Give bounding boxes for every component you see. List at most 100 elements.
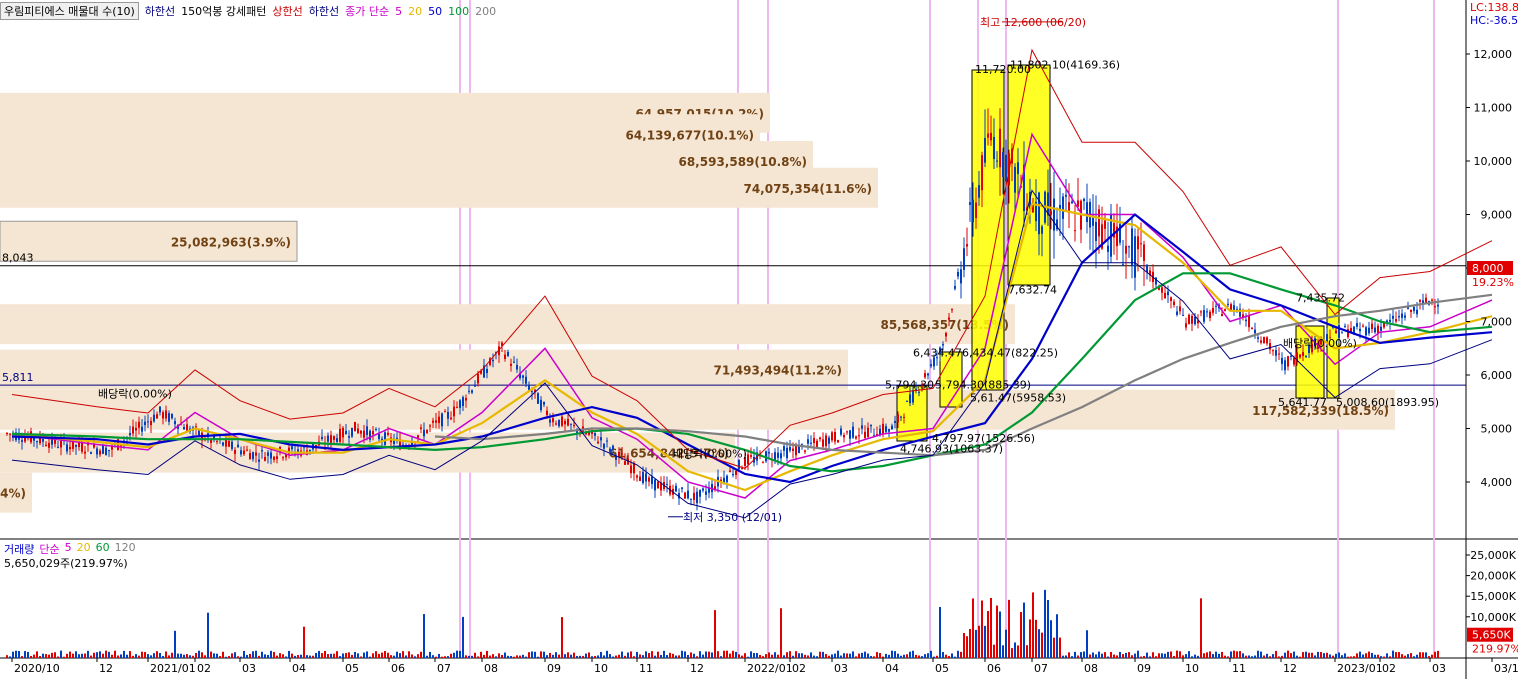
candle-body bbox=[810, 442, 812, 444]
volume-bar bbox=[846, 653, 848, 658]
stock-chart[interactable]: 64,957,015(10.2%)64,139,677(10.1%)68,593… bbox=[0, 0, 1518, 679]
volume-bar bbox=[1023, 602, 1025, 658]
candle-body bbox=[543, 402, 545, 405]
volume-bar bbox=[510, 656, 512, 658]
volume-bar bbox=[948, 656, 950, 658]
time-axis-label: 05 bbox=[345, 662, 359, 675]
volume-bar bbox=[600, 651, 602, 658]
candle-body bbox=[465, 398, 467, 401]
volume-profile-bar: 71,493,494(11.2%) bbox=[0, 349, 848, 390]
candle-body bbox=[924, 373, 926, 378]
candle-body bbox=[912, 390, 914, 403]
volume-bar bbox=[1014, 642, 1016, 658]
volume-bar bbox=[795, 651, 797, 658]
candle-body bbox=[1344, 325, 1346, 327]
volume-bar bbox=[528, 652, 530, 658]
volume-bar bbox=[969, 629, 971, 658]
candle-body bbox=[474, 385, 476, 387]
candle-body bbox=[552, 418, 554, 423]
volume-bar bbox=[6, 655, 8, 658]
volume-bar bbox=[960, 651, 962, 658]
legend-item[interactable]: 150억봉 강세패턴 bbox=[181, 3, 266, 19]
candle-body bbox=[1098, 209, 1100, 237]
volume-bar bbox=[375, 651, 377, 658]
candle-body bbox=[156, 414, 158, 419]
candle-body bbox=[1287, 356, 1289, 367]
volume-bar bbox=[687, 654, 689, 658]
time-axis-label: 08 bbox=[484, 662, 498, 675]
candle-body bbox=[225, 439, 227, 447]
volume-bar bbox=[675, 655, 677, 658]
candle-body bbox=[1140, 243, 1142, 245]
volume-bar bbox=[666, 655, 668, 658]
legend-item[interactable]: 하한선 bbox=[145, 3, 175, 19]
volume-bar bbox=[579, 655, 581, 658]
candle-body bbox=[1122, 264, 1124, 266]
candle-body bbox=[471, 390, 473, 393]
chart-window: 64,957,015(10.2%) 64,139,677(10.1%) 68,593… bbox=[0, 0, 1518, 679]
candle-body bbox=[762, 462, 764, 464]
legend-item[interactable]: 상한선 bbox=[272, 3, 302, 19]
legend-item[interactable]: 20 bbox=[408, 5, 422, 18]
time-axis-label: 02 bbox=[792, 662, 806, 675]
candle-body bbox=[594, 432, 596, 436]
chart-title[interactable]: 우림피티에스 매물대 수(10) bbox=[0, 2, 139, 20]
volume-bar bbox=[1056, 614, 1058, 658]
volume-bar bbox=[1266, 653, 1268, 658]
volume-bar bbox=[546, 655, 548, 658]
candle-body bbox=[168, 413, 170, 422]
volume-bar bbox=[981, 600, 983, 658]
volume-bar bbox=[1062, 655, 1064, 658]
candle-body bbox=[957, 271, 959, 277]
legend-item[interactable]: 종가 단순 bbox=[345, 3, 389, 19]
volume-bar bbox=[507, 655, 509, 658]
candle-body bbox=[555, 423, 557, 425]
volume-bar bbox=[1389, 656, 1391, 658]
volume-bar bbox=[165, 651, 167, 658]
candle-body bbox=[1002, 152, 1004, 177]
volume-bar bbox=[639, 654, 641, 658]
volume-bar bbox=[849, 653, 851, 658]
price-legend: 우림피티에스 매물대 수(10) 하한선 150억봉 강세패턴 상한선 하한선 … bbox=[0, 2, 496, 20]
volume-bar bbox=[450, 653, 452, 658]
candle-body bbox=[792, 448, 794, 452]
candle-body bbox=[699, 489, 701, 497]
volume-bar bbox=[1191, 656, 1193, 658]
volume-bar bbox=[324, 650, 326, 658]
legend-item[interactable]: 200 bbox=[475, 5, 496, 18]
candle-body bbox=[6, 433, 8, 435]
volume-bar bbox=[81, 653, 83, 658]
legend-item[interactable]: 50 bbox=[428, 5, 442, 18]
volume-bar bbox=[267, 654, 269, 658]
legend-item[interactable]: 5 bbox=[395, 5, 402, 18]
volume-bar bbox=[582, 655, 584, 658]
candle-body bbox=[384, 432, 386, 445]
volume-bar bbox=[414, 656, 416, 658]
candle-body bbox=[621, 453, 623, 455]
legend-item[interactable]: 100 bbox=[448, 5, 469, 18]
candle-body bbox=[417, 435, 419, 438]
candle-body bbox=[516, 364, 518, 370]
volume-bar bbox=[1221, 651, 1223, 658]
volume-bar bbox=[516, 655, 518, 658]
candle-body bbox=[1434, 306, 1436, 308]
volume-bar bbox=[786, 652, 788, 658]
volume-bar bbox=[96, 652, 98, 658]
volume-bar bbox=[570, 654, 572, 658]
candle-body bbox=[804, 450, 806, 452]
volume-bar bbox=[1296, 655, 1298, 658]
candle-body bbox=[609, 448, 611, 452]
volume-bar bbox=[567, 652, 569, 658]
legend-item[interactable]: 하한선 bbox=[309, 3, 339, 19]
volume-bar bbox=[480, 651, 482, 658]
volume-bar bbox=[1365, 653, 1367, 658]
volume-bar bbox=[765, 654, 767, 658]
candle-body bbox=[1215, 305, 1217, 307]
volume-bar bbox=[780, 608, 782, 658]
volume-bar bbox=[72, 653, 74, 658]
volume-bar bbox=[1119, 651, 1121, 658]
candle-body bbox=[420, 427, 422, 429]
volume-bar bbox=[591, 656, 593, 658]
volume-bar bbox=[660, 654, 662, 658]
candle-body bbox=[237, 444, 239, 448]
